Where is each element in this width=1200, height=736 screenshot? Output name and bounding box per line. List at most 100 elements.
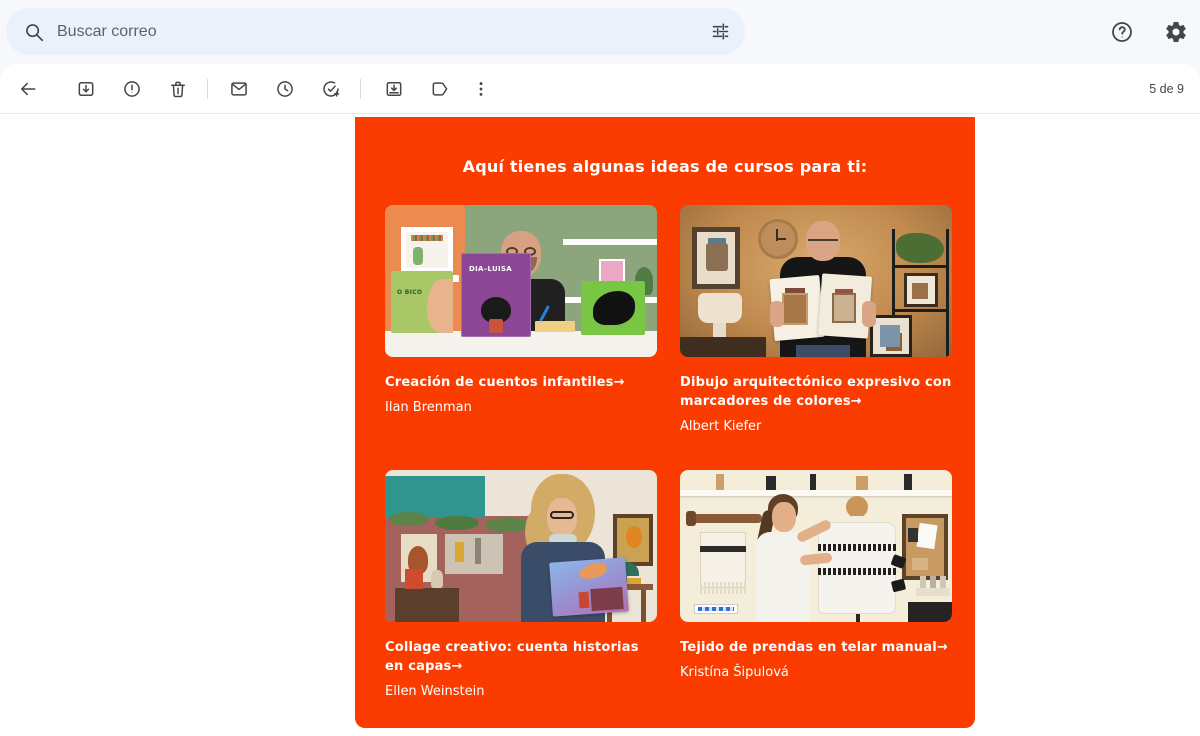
lamp-shade [698,293,742,323]
arm [862,301,876,327]
course-2-photo-man-with-sketchbook[interactable] [680,205,952,357]
add-to-tasks-button[interactable] [311,69,351,109]
search-input[interactable] [57,22,710,41]
book-title-text: DIA–LUISA [469,265,512,273]
beater-handle [686,511,696,526]
shelf-tool [810,474,816,490]
message-toolbar: 5 de 9 [0,64,1200,114]
torii-collage-art [578,591,590,609]
course-author: Ilan Brenman [385,400,472,415]
back-arrow-button[interactable] [8,69,48,109]
move-to-button[interactable] [374,69,414,109]
more-options-button[interactable] [461,69,501,109]
person-head [806,221,840,261]
email-heading: Aquí tienes algunas ideas de cursos para… [462,157,868,176]
course-4-photo-woman-with-mannequin[interactable] [680,470,952,622]
child-face-art [427,279,453,333]
wall-shelf [563,239,657,245]
fabric-piece [916,522,938,550]
metal-shelf-bar [892,265,949,268]
glasses [808,235,838,241]
course-card-2: Dibujo arquitectónico expresivo con marc… [680,205,952,435]
spool-shelf [916,588,950,596]
tiny-figure-art [413,247,423,265]
toolbar-divider [207,79,208,99]
report-spam-button[interactable] [112,69,152,109]
creature-silhouette-art [593,291,635,325]
labels-button[interactable] [420,69,460,109]
course-3-photo-woman-with-collage[interactable] [385,470,657,622]
course-author: Albert Kiefer [680,419,762,434]
wooden-dresser [680,337,766,357]
mail-view-panel: 5 de 9 Aquí tienes algunas ideas de curs… [0,64,1200,736]
sketch-blob [912,283,928,299]
tiny-bookshelf-art [411,235,443,241]
portrait-face-art [626,526,642,548]
sampler-fringe [700,582,746,594]
monument-art [475,538,481,564]
shelf-tool [716,474,724,490]
course-title-link[interactable]: Dibujo arquitectónico expresivo con marc… [680,373,952,411]
help-icon[interactable] [1108,18,1136,46]
dark-table [908,602,952,622]
spool [920,576,926,588]
tool-shelf [680,490,952,496]
notepad [535,321,575,332]
house-sketch-art [832,293,856,323]
mark-unread-button[interactable] [219,69,259,109]
search-options-tune-icon[interactable] [710,21,731,42]
search-bar[interactable] [6,8,745,55]
ivy [389,512,429,526]
settings-gear-icon[interactable] [1162,18,1190,46]
buildings-collage-art [590,586,624,612]
weaving-beater-tool [692,514,762,523]
ivy [435,516,479,530]
white-top-torso [756,532,810,622]
search-icon[interactable] [23,21,45,43]
red-book [405,569,423,589]
glasses [550,511,574,519]
toolbar-divider [360,79,361,99]
house-sketch-art [782,293,808,325]
course-author: Kristína Šipulová [680,665,789,680]
snooze-button[interactable] [265,69,305,109]
hand-sculpture [431,570,443,588]
arm [770,301,784,327]
course-1-photo-man-with-childrens-books[interactable]: O BICO DIA–LUISA [385,205,657,357]
course-title-link[interactable]: Tejido de prendas en telar manual→ [680,638,952,657]
sketch-blob [880,325,900,347]
mannequin-stand [856,614,860,622]
spool [940,576,946,588]
table-leg [641,590,646,622]
pagination-counter: 5 de 9 [1149,82,1184,96]
delete-button[interactable] [158,69,198,109]
course-card-3: Collage creativo: cuenta historias en ca… [385,470,657,700]
building-sketch-art [706,243,728,271]
character-body-art [489,319,503,333]
garment-black-band [818,568,896,575]
shelf-tool [856,476,868,490]
framed-picture [401,227,453,273]
person-head [772,502,796,532]
metal-shelf-bar [892,309,949,312]
course-title-link[interactable]: Creación de cuentos infantiles→ [385,373,657,392]
blue-thread-spools [698,607,734,611]
archive-button[interactable] [66,69,106,109]
email-content-area: Aquí tienes algunas ideas de cursos para… [0,114,1200,735]
sampler-black-band [700,546,746,552]
garment-black-band [818,544,896,551]
spool [930,576,936,588]
domestika-email-card: Aquí tienes algunas ideas de cursos para… [355,117,975,728]
clock-hand [776,238,786,240]
woven-sampler [700,532,746,588]
collage-canvas [445,534,503,574]
shelf-tool [766,476,776,490]
pinned-photo [908,528,918,542]
course-author: Ellen Weinstein [385,684,485,699]
course-title-link[interactable]: Collage creativo: cuenta historias en ca… [385,638,657,676]
wooden-shelf [395,588,459,622]
course-card-1: O BICO DIA–LUISA Creación de cuentos inf… [385,205,657,416]
shelf-tool [904,474,912,490]
plant [896,233,944,263]
jeans [796,345,850,357]
